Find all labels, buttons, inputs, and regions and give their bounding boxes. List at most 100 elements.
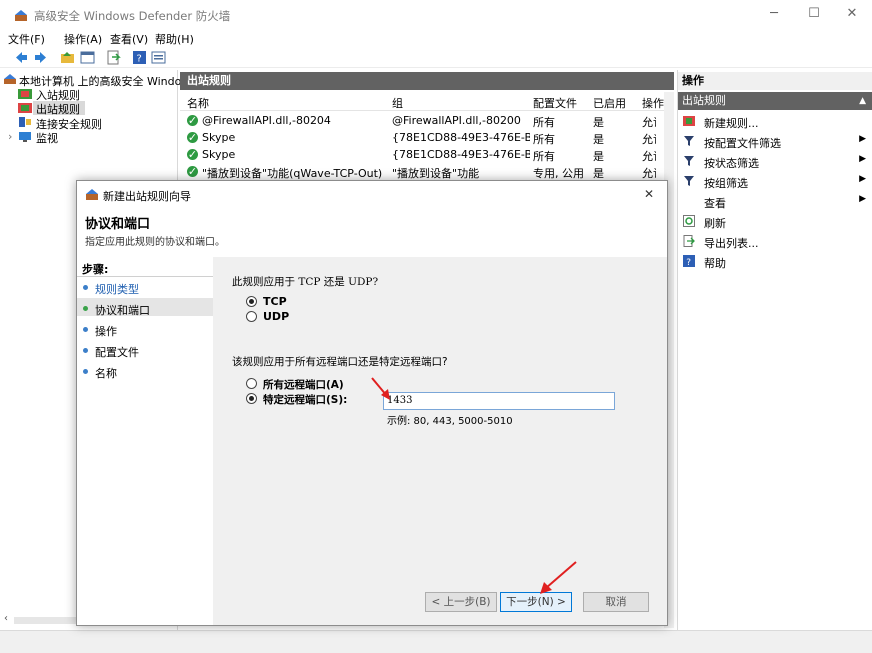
outbound-rules-icon — [18, 103, 32, 113]
tree-item-monitor[interactable]: 监视 — [36, 130, 58, 146]
middle-pane-header: 出站规则 — [180, 72, 674, 90]
action-filter-by-state[interactable]: 按状态筛选 ▶ — [683, 152, 868, 170]
action-label: 新建规则... — [704, 117, 759, 130]
action-filter-by-profile[interactable]: 按配置文件筛选 ▶ — [683, 132, 868, 150]
udp-radio[interactable] — [246, 311, 257, 322]
cancel-button[interactable]: 取消 — [583, 592, 649, 612]
all-remote-ports-radio[interactable] — [246, 378, 257, 389]
specific-remote-ports-label[interactable]: 特定远程端口(S): — [263, 392, 347, 407]
toolbar: ? — [0, 48, 872, 68]
specific-remote-ports-radio[interactable] — [246, 393, 257, 404]
submenu-arrow-icon: ▶ — [859, 194, 866, 204]
udp-label[interactable]: UDP — [263, 310, 289, 323]
rule-group: {78E1CD88-49E3-476E-B9... — [392, 131, 530, 144]
filter-icon — [684, 176, 694, 186]
expand-chevron-icon[interactable]: › — [8, 130, 12, 143]
rule-group: "播放到设备"功能 — [392, 167, 480, 180]
action-label: 按配置文件筛选 — [704, 137, 781, 150]
window-title: 高级安全 Windows Defender 防火墙 — [34, 9, 231, 23]
help-icon: ? — [683, 255, 695, 267]
dialog-heading: 协议和端口 — [85, 217, 151, 232]
tcp-radio[interactable] — [246, 296, 257, 307]
table-row[interactable]: ✓ @FirewallAPI.dll,-80204 @FirewallAPI.d… — [180, 112, 674, 129]
step-bullet-icon — [83, 348, 88, 353]
steps-divider — [77, 276, 213, 277]
rule-enabled: 是 — [593, 116, 604, 129]
menu-view[interactable]: 查看(V) — [110, 31, 148, 47]
tcp-label[interactable]: TCP — [263, 295, 287, 308]
all-remote-ports-label[interactable]: 所有远程端口(A) — [263, 377, 344, 392]
properties-toolbar-icon[interactable] — [151, 50, 166, 65]
dialog-close-button[interactable]: ✕ — [644, 187, 654, 201]
rule-profile: 所有 — [533, 150, 555, 163]
port-input[interactable]: 1433 — [383, 392, 615, 410]
action-label: 导出列表... — [704, 237, 759, 250]
action-refresh[interactable]: 刷新 — [683, 212, 868, 230]
submenu-arrow-icon: ▶ — [859, 134, 866, 144]
column-enabled[interactable]: 已启用 — [593, 95, 626, 111]
dialog-title: 新建出站规则向导 — [103, 190, 191, 203]
annotation-arrow-icon — [540, 561, 577, 594]
close-window-button[interactable]: ✕ — [840, 6, 864, 24]
firewall-icon — [15, 10, 27, 21]
step-bullet-icon — [83, 306, 88, 311]
status-bar — [0, 630, 872, 653]
svg-text:?: ? — [137, 54, 142, 65]
column-action[interactable]: 操作 — [642, 95, 664, 111]
column-group[interactable]: 组 — [392, 95, 403, 111]
action-view[interactable]: 查看 ▶ — [683, 192, 868, 210]
menu-help[interactable]: 帮助(H) — [155, 31, 194, 47]
action-label: 查看 — [704, 197, 726, 210]
export-toolbar-icon[interactable] — [106, 50, 121, 65]
back-icon[interactable] — [14, 50, 29, 65]
firewall-icon — [86, 189, 98, 200]
action-help[interactable]: ? 帮助 — [683, 252, 868, 270]
actions-subheader-label: 出站规则 — [682, 94, 726, 107]
rule-profile: 专用, 公用 — [533, 167, 584, 180]
back-button[interactable]: < 上一步(B) — [425, 592, 497, 612]
help-toolbar-icon[interactable]: ? — [132, 50, 147, 65]
ports-question: 该规则应用于所有远程端口还是特定远程端口? — [232, 356, 448, 368]
enabled-check-icon: ✓ — [187, 132, 198, 143]
enabled-check-icon: ✓ — [187, 166, 198, 177]
new-outbound-rule-wizard: 新建出站规则向导 ✕ 协议和端口 指定应用此规则的协议和端口。 步骤: 规则类型… — [76, 180, 668, 626]
up-folder-icon[interactable] — [60, 50, 75, 65]
minimize-button[interactable]: ─ — [762, 6, 786, 24]
table-row[interactable]: ✓ Skype {78E1CD88-49E3-476E-B9... 所有 是 允… — [180, 129, 674, 146]
action-new-rule[interactable]: 新建规则... — [683, 112, 868, 130]
forward-icon[interactable] — [33, 50, 48, 65]
column-name[interactable]: 名称 — [187, 95, 209, 111]
rule-action: 允许 — [642, 133, 656, 146]
menu-bar: 文件(F) 操作(A) 查看(V) 帮助(H) — [0, 30, 872, 48]
title-bar: 高级安全 Windows Defender 防火墙 ─ ☐ ✕ — [0, 0, 872, 30]
connection-security-icon — [19, 117, 31, 127]
rule-name: @FirewallAPI.dll,-80204 — [202, 114, 331, 127]
step-bullet-icon — [83, 369, 88, 374]
maximize-button[interactable]: ☐ — [802, 6, 826, 24]
table-row[interactable]: ✓ Skype {78E1CD88-49E3-476E-B9... 所有 是 允… — [180, 146, 674, 163]
table-row[interactable]: ✓ "播放到设备"功能(qWave-TCP-Out) "播放到设备"功能 专用,… — [180, 163, 674, 180]
menu-file[interactable]: 文件(F) — [8, 31, 45, 47]
submenu-arrow-icon: ▶ — [859, 154, 866, 164]
svg-text:?: ? — [686, 258, 691, 267]
step-label: 名称 — [95, 367, 117, 380]
scroll-left-icon[interactable]: ‹ — [4, 613, 8, 624]
filter-icon — [684, 156, 694, 166]
step-label: 规则类型 — [95, 283, 139, 296]
rule-name: Skype — [202, 131, 236, 144]
menu-action[interactable]: 操作(A) — [64, 31, 102, 47]
rule-group: @FirewallAPI.dll,-80200 — [392, 114, 521, 127]
column-profile[interactable]: 配置文件 — [533, 95, 577, 111]
action-filter-by-group[interactable]: 按组筛选 ▶ — [683, 172, 868, 190]
rule-enabled: 是 — [593, 133, 604, 146]
dialog-title-bar: 新建出站规则向导 ✕ — [77, 181, 667, 207]
actions-subheader[interactable]: 出站规则 ▲ — [678, 92, 872, 110]
tree-item-outbound-rules[interactable]: 出站规则 — [36, 101, 80, 117]
action-export-list[interactable]: 导出列表... — [683, 232, 868, 250]
show-hide-tree-icon[interactable] — [80, 50, 95, 65]
collapse-icon[interactable]: ▲ — [859, 92, 866, 110]
step-label: 操作 — [95, 325, 117, 338]
step-bullet-icon — [83, 285, 88, 290]
step-bullet-icon — [83, 327, 88, 332]
rule-name: "播放到设备"功能(qWave-TCP-Out) — [202, 167, 383, 180]
